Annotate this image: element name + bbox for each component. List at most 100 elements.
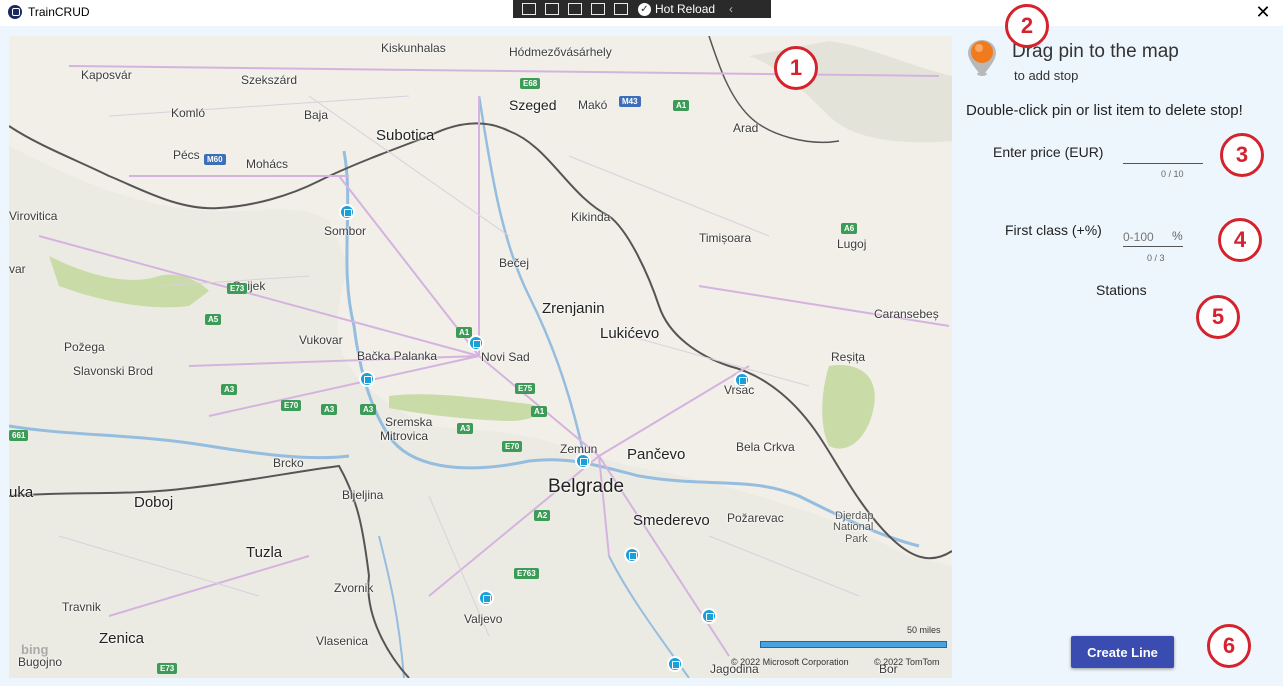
city-label: Travnik	[62, 600, 101, 614]
road-shield: A3	[457, 423, 474, 434]
road-shield: A3	[360, 404, 377, 415]
city-label: Sremska	[385, 415, 433, 429]
city-label: Lugoj	[837, 237, 867, 251]
city-label: uka	[9, 484, 34, 501]
road-shield: E73	[157, 663, 178, 674]
city-label: Park	[845, 533, 868, 545]
road-shield: E68	[520, 78, 541, 89]
attribution-microsoft: © 2022 Microsoft Corporation	[731, 657, 849, 667]
city-label: Novi Sad	[481, 350, 530, 364]
annotation-badge-1: 1	[774, 46, 818, 90]
city-label: Kiskunhalas	[381, 41, 446, 55]
station-pin[interactable]	[575, 453, 591, 469]
annotation-badge-5: 5	[1196, 295, 1240, 339]
city-label: Doboj	[134, 494, 174, 511]
price-label: Enter price (EUR)	[993, 144, 1104, 160]
annotation-badge-6: 6	[1207, 624, 1251, 668]
price-input[interactable]	[1123, 145, 1203, 164]
check-icon: ✓	[638, 2, 651, 16]
city-label: Belgrade	[548, 476, 625, 497]
city-label: National	[833, 521, 874, 533]
road-shield: M43	[619, 96, 641, 107]
drag-pin-icon[interactable]	[966, 38, 998, 78]
bing-logo: bing	[21, 642, 49, 657]
road-shield: A6	[841, 223, 858, 234]
station-pin[interactable]	[478, 590, 494, 606]
city-label: Baja	[304, 108, 329, 122]
city-label: Hódmezővásárhely	[509, 45, 612, 59]
layout-adorner-icon[interactable]	[568, 3, 582, 15]
road-shield: A3	[221, 384, 238, 395]
station-pin[interactable]	[359, 371, 375, 387]
hot-reload-status[interactable]: ✓ Hot Reload	[638, 2, 715, 16]
city-label: Kaposvár	[81, 68, 132, 82]
city-label: Lukićevo	[600, 325, 660, 342]
delete-hint: Double-click pin or list item to delete …	[966, 102, 1243, 119]
road-shield: A1	[673, 100, 690, 111]
debug-toolbar: ✓ Hot Reload ‹	[513, 0, 771, 18]
city-label: Bačka Palanka	[357, 349, 438, 363]
city-label: Požega	[64, 340, 105, 354]
city-label: Smederevo	[633, 512, 710, 529]
close-icon[interactable]: ✕	[1253, 2, 1273, 23]
panel-subtitle: to add stop	[1014, 68, 1079, 83]
city-label: Požarevac	[727, 511, 784, 525]
map-view[interactable]: Kiskunhalas Hódmezővásárhely Kaposvár Sz…	[9, 36, 952, 678]
binding-failures-icon[interactable]	[614, 3, 628, 15]
first-class-counter: 0 / 3	[1147, 253, 1165, 263]
station-pin[interactable]	[339, 204, 355, 220]
city-label: Caransebeș	[874, 307, 939, 321]
city-label: Reșița	[831, 350, 866, 364]
city-label: Timișoara	[699, 231, 752, 245]
stations-label: Stations	[1096, 282, 1147, 298]
city-label: Valjevo	[464, 612, 503, 626]
city-label: Bečej	[499, 256, 530, 270]
city-label: Szeged	[509, 97, 557, 113]
city-label: Zvornik	[334, 581, 374, 595]
city-label: Komló	[171, 106, 206, 120]
city-label: Mitrovica	[380, 429, 429, 443]
road-shield: A2	[534, 510, 551, 521]
city-label: Kikinda	[571, 210, 611, 224]
station-pin[interactable]	[624, 547, 640, 563]
chevron-left-icon[interactable]: ‹	[729, 2, 733, 16]
station-pin[interactable]	[701, 608, 717, 624]
city-label: Vukovar	[299, 333, 343, 347]
city-label: var	[9, 262, 26, 276]
hot-reload-label: Hot Reload	[655, 2, 716, 16]
select-element-icon[interactable]	[545, 3, 559, 15]
city-label: Mohács	[246, 157, 289, 171]
track-focus-icon[interactable]	[591, 3, 605, 15]
road-shield: A1	[531, 406, 548, 417]
attribution-tomtom: © 2022 TomTom	[874, 657, 940, 667]
stations-list[interactable]	[966, 305, 1266, 615]
city-label: Makó	[578, 98, 608, 112]
city-label: Vlasenica	[316, 634, 369, 648]
live-tree-icon[interactable]	[522, 3, 536, 15]
city-label: Szekszárd	[241, 73, 298, 87]
city-label: Zenica	[99, 630, 145, 647]
city-label: Sombor	[324, 224, 367, 238]
app-icon	[8, 5, 22, 19]
road-shield: A5	[205, 314, 222, 325]
scale-bar	[760, 641, 947, 648]
road-shield: 661	[9, 430, 29, 441]
city-label: Brcko	[273, 456, 304, 470]
road-shield: E70	[502, 441, 523, 452]
city-label: Virovitica	[9, 209, 58, 223]
road-shield: E70	[281, 400, 302, 411]
city-label: Subotica	[376, 127, 435, 144]
city-label: Zrenjanin	[542, 300, 605, 317]
city-label: Arad	[733, 121, 759, 135]
road-shield: M60	[204, 154, 226, 165]
station-pin[interactable]	[734, 372, 750, 388]
station-pin[interactable]	[468, 335, 484, 351]
price-counter: 0 / 10	[1161, 169, 1184, 179]
station-pin[interactable]	[667, 656, 683, 672]
city-label: Bela Crkva	[736, 440, 795, 454]
road-shield: E73	[227, 283, 248, 294]
city-label: Pančevo	[627, 446, 686, 463]
road-shield: E763	[514, 568, 539, 579]
annotation-badge-3: 3	[1220, 133, 1264, 177]
create-line-button[interactable]: Create Line	[1071, 636, 1174, 668]
